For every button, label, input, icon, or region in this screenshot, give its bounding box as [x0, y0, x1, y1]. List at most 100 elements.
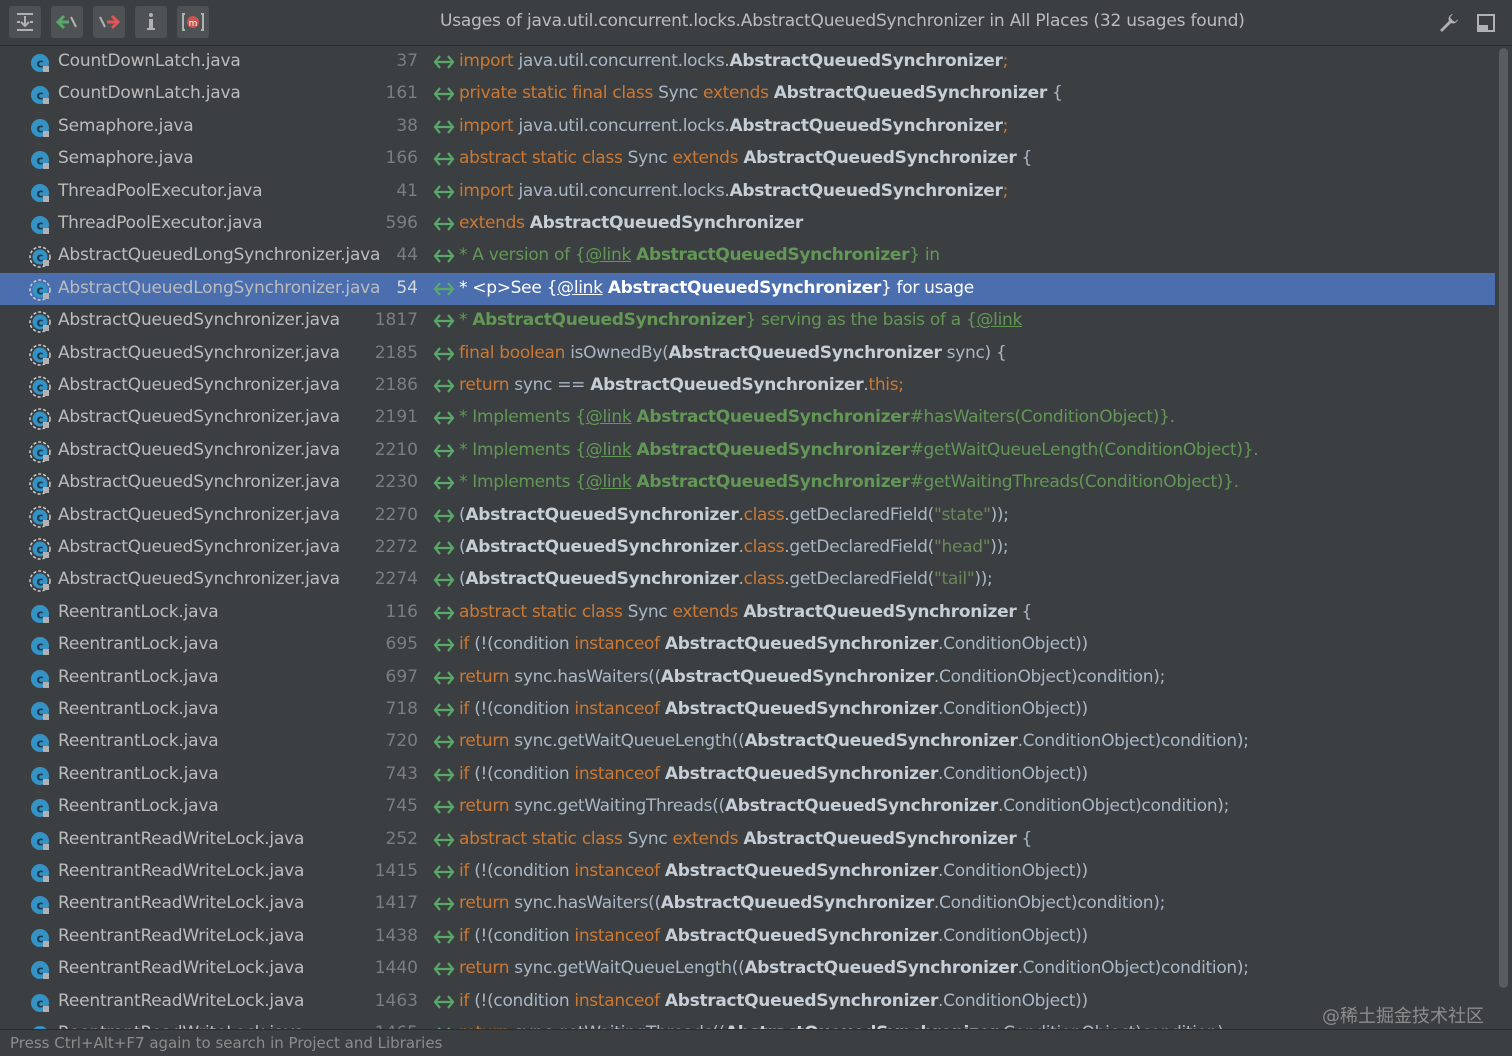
- usage-arrows-icon: [433, 539, 455, 557]
- usage-row[interactable]: c AbstractQueuedSynchronizer.java 2185 fina…: [0, 338, 1495, 370]
- usage-row[interactable]: c AbstractQueuedLongSynchronizer.java 44 * …: [0, 240, 1495, 272]
- usage-row[interactable]: c ReentrantReadWriteLock.java 1415 if (!(co…: [0, 856, 1495, 888]
- usage-row[interactable]: c ReentrantLock.java 745 return sync.getWai…: [0, 791, 1495, 823]
- usage-arrows-icon: [433, 280, 455, 298]
- file-name: AbstractQueuedSynchronizer.java: [58, 537, 340, 557]
- code-token: .ConditionObject)condition);: [997, 796, 1230, 817]
- code-token: } for usage: [880, 277, 974, 298]
- abstract-class-icon: c: [29, 441, 51, 463]
- svg-text:c: c: [36, 737, 43, 751]
- usage-row[interactable]: c ReentrantReadWriteLock.java 252 abstract …: [0, 824, 1495, 856]
- abstract-class-icon: c: [29, 246, 51, 269]
- svg-text:c: c: [36, 672, 43, 686]
- usage-row[interactable]: c ReentrantLock.java 697 return sync.hasWai…: [0, 662, 1495, 694]
- restore-window-button[interactable]: [1473, 10, 1499, 36]
- code-token: * <p>See {: [459, 277, 558, 298]
- usage-row[interactable]: c AbstractQueuedSynchronizer.java 2191 * Im…: [0, 402, 1495, 434]
- usage-code: abstract static class Sync extends Abstr…: [459, 829, 1032, 849]
- class-icon: c: [29, 84, 51, 106]
- settings-button[interactable]: [1436, 10, 1462, 36]
- code-token: return: [459, 666, 515, 687]
- usage-row[interactable]: c AbstractQueuedSynchronizer.java 2274 (Abs…: [0, 564, 1495, 596]
- svg-text:c: c: [36, 57, 43, 71]
- svg-text:c: c: [36, 186, 43, 200]
- usage-row[interactable]: c ThreadPoolExecutor.java 41 import java.ut…: [0, 176, 1495, 208]
- line-number: 54: [396, 277, 418, 298]
- usage-arrows-icon: [433, 215, 455, 233]
- usage-arrows-icon: [433, 85, 455, 103]
- info-button[interactable]: [135, 6, 167, 38]
- usage-arrows-icon: [433, 636, 455, 654]
- line-number: 2191: [374, 407, 418, 428]
- file-name: Semaphore.java: [58, 148, 194, 169]
- code-token: .ConditionObject)): [938, 763, 1088, 784]
- usage-row[interactable]: c ReentrantLock.java 718 if (!(condition in…: [0, 694, 1495, 726]
- usage-code: return sync.getWaitingThreads((AbstractQ…: [459, 796, 1229, 816]
- line-number: 697: [385, 666, 418, 687]
- code-token: AbstractQueuedSynchronizer: [529, 213, 803, 233]
- line-number: 1415: [374, 861, 418, 881]
- code-token: if: [459, 861, 475, 881]
- usage-row[interactable]: c ReentrantLock.java 720 return sync.getWai…: [0, 726, 1495, 758]
- code-token: extends: [703, 83, 774, 104]
- usage-arrows-icon: [433, 474, 455, 492]
- usage-row[interactable]: c AbstractQueuedLongSynchronizer.java 54 * …: [0, 272, 1495, 305]
- usage-row[interactable]: c AbstractQueuedSynchronizer.java 2210 * Im…: [0, 435, 1495, 467]
- svg-text:c: c: [36, 607, 43, 621]
- code-token: .ConditionObject)): [938, 699, 1088, 719]
- line-number: 2186: [374, 375, 418, 395]
- usage-row[interactable]: c ReentrantLock.java 695 if (!(condition in…: [0, 629, 1495, 661]
- svg-text:c: c: [36, 705, 43, 719]
- code-token: (!(condition: [474, 990, 575, 1011]
- file-name: ReentrantReadWriteLock.java: [58, 893, 305, 914]
- code-token: return: [459, 731, 515, 752]
- usage-row[interactable]: c AbstractQueuedSynchronizer.java 2270 (Abs…: [0, 500, 1495, 532]
- line-number: 1440: [374, 958, 418, 979]
- line-number: 2230: [374, 472, 418, 493]
- group-by-module-button[interactable]: m: [177, 6, 209, 38]
- code-token: ));: [990, 537, 1009, 557]
- code-token: java.util.concurrent.locks.: [518, 115, 730, 136]
- code-token: AbstractQueuedSynchronizer: [636, 472, 910, 493]
- usage-row[interactable]: c AbstractQueuedSynchronizer.java 2186 retu…: [0, 370, 1495, 402]
- usage-row[interactable]: c ReentrantReadWriteLock.java 1438 if (!(co…: [0, 921, 1495, 953]
- usage-row[interactable]: c ReentrantReadWriteLock.java 1440 return s…: [0, 953, 1495, 985]
- code-token: .ConditionObject)condition);: [933, 666, 1166, 687]
- usage-row[interactable]: c CountDownLatch.java 161 private static fi…: [0, 78, 1495, 110]
- usage-row[interactable]: c AbstractQueuedSynchronizer.java 1817 * Ab…: [0, 305, 1495, 337]
- usage-row[interactable]: c AbstractQueuedSynchronizer.java 2272 (Abs…: [0, 532, 1495, 564]
- class-icon: c: [29, 182, 51, 204]
- code-token: AbstractQueuedSynchronizer: [465, 537, 739, 557]
- code-token: AbstractQueuedSynchronizer: [664, 634, 939, 655]
- vertical-scrollbar[interactable]: [1497, 46, 1510, 1030]
- code-token: instanceof: [574, 925, 665, 946]
- window-title: Usages of java.util.concurrent.locks.Abs…: [440, 11, 1245, 31]
- usage-row[interactable]: c Semaphore.java 38 import java.util.concur…: [0, 111, 1495, 143]
- previous-occurrence-button[interactable]: [51, 6, 83, 38]
- line-number: 596: [385, 213, 418, 233]
- usage-row[interactable]: c ReentrantReadWriteLock.java 1417 return s…: [0, 888, 1495, 920]
- code-token: if: [459, 699, 475, 719]
- code-token: AbstractQueuedSynchronizer: [660, 893, 934, 914]
- usage-row[interactable]: c CountDownLatch.java 37 import java.util.c…: [0, 46, 1495, 78]
- code-token: if: [459, 925, 475, 946]
- code-token: import: [459, 180, 519, 201]
- usage-row[interactable]: c ReentrantLock.java 116 abstract static cl…: [0, 597, 1495, 629]
- line-number: 2185: [374, 342, 418, 363]
- usage-row[interactable]: c ReentrantLock.java 743 if (!(condition in…: [0, 759, 1495, 791]
- code-token: "head": [933, 537, 991, 557]
- svg-text:c: c: [36, 348, 43, 362]
- usage-row[interactable]: c AbstractQueuedSynchronizer.java 2230 * Im…: [0, 467, 1495, 499]
- usage-row[interactable]: c ReentrantReadWriteLock.java 1463 if (!(co…: [0, 986, 1495, 1018]
- usage-row[interactable]: c Semaphore.java 166 abstract static class …: [0, 143, 1495, 175]
- next-occurrence-button[interactable]: [93, 6, 125, 38]
- svg-text:c: c: [36, 802, 43, 816]
- code-token: ;: [1002, 51, 1009, 71]
- code-token: instanceof: [574, 763, 665, 784]
- abstract-class-icon: c: [29, 311, 51, 333]
- usage-row[interactable]: c ThreadPoolExecutor.java 596 extends Abstr…: [0, 208, 1495, 240]
- code-token: isOwnedBy(: [570, 342, 669, 363]
- scrollbar-thumb[interactable]: [1499, 48, 1508, 988]
- code-token: .ConditionObject)condition);: [933, 893, 1166, 914]
- expand-all-button[interactable]: [9, 6, 41, 38]
